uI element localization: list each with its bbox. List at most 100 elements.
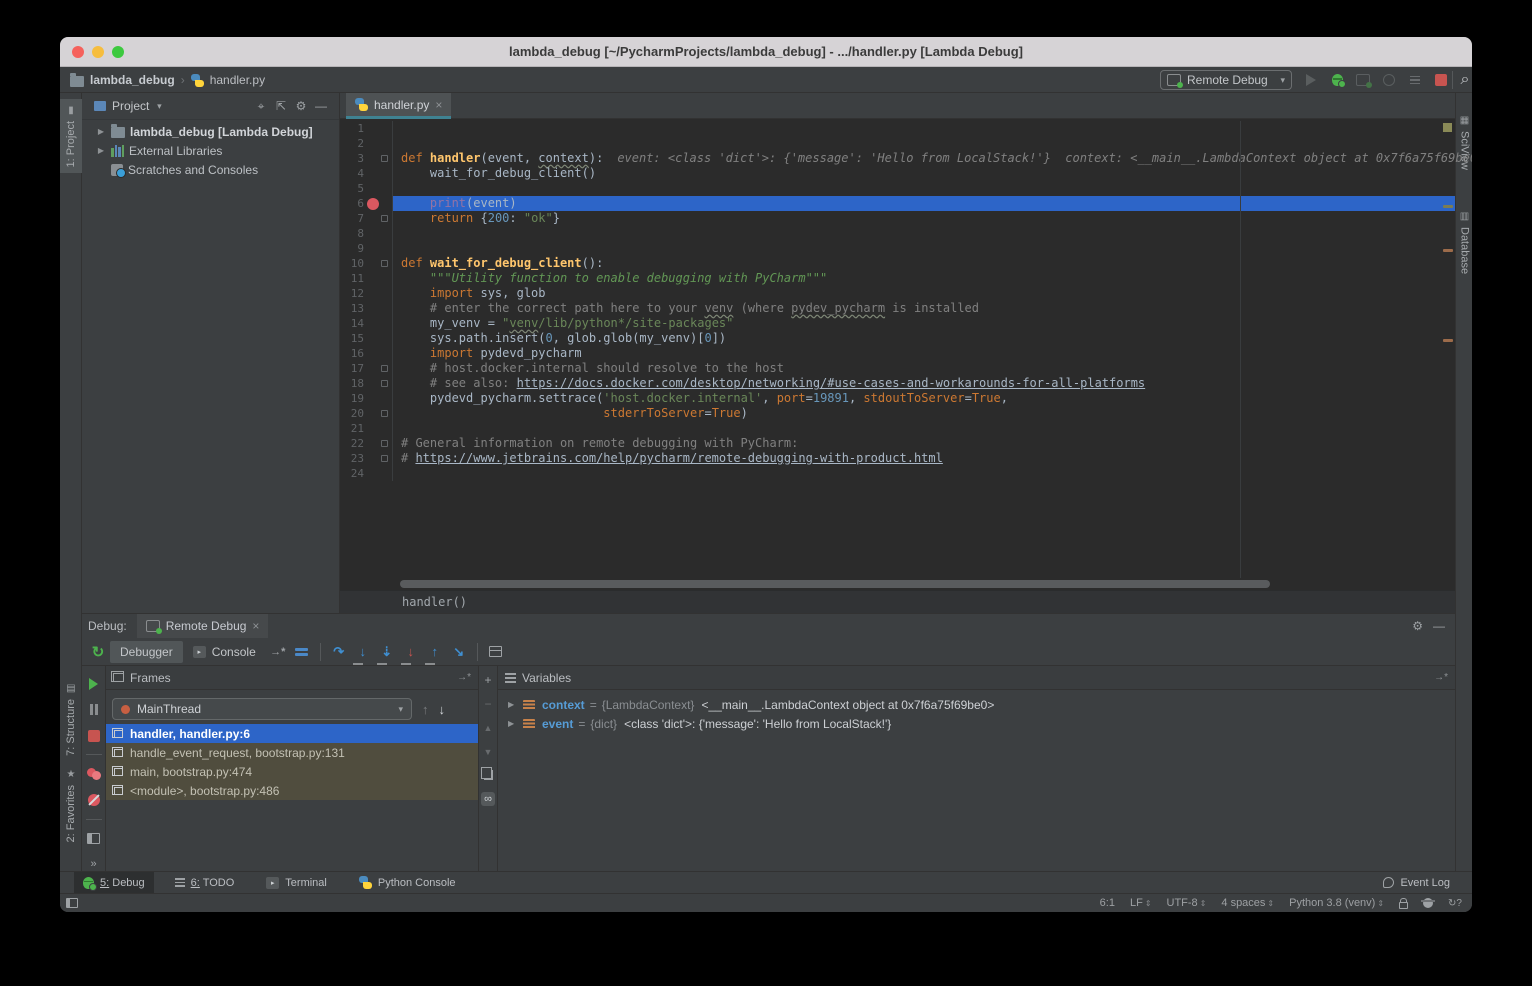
project-tree-item[interactable]: Scratches and Consoles (82, 160, 339, 179)
editor-gutter[interactable]: 20 (340, 406, 393, 421)
fold-marker-icon[interactable] (381, 155, 388, 162)
view-breakpoints-icon[interactable] (86, 766, 102, 781)
code-line[interactable]: 5 (340, 181, 1455, 196)
editor-tab-handler[interactable]: handler.py × (346, 93, 451, 119)
editor-gutter[interactable]: 17 (340, 361, 393, 376)
expand-chevron-icon[interactable]: ▶ (508, 719, 516, 728)
editor-gutter[interactable]: 18 (340, 376, 393, 391)
reload-icon[interactable]: ↻? (1448, 898, 1462, 909)
breadcrumb-file[interactable]: handler.py (210, 73, 265, 87)
code-line[interactable]: 19 pydevd_pycharm.settrace('host.docker.… (340, 391, 1455, 406)
code-line[interactable]: 15 sys.path.insert(0, glob.glob(my_venv)… (340, 331, 1455, 346)
code-line[interactable]: 17 # host.docker.internal should resolve… (340, 361, 1455, 376)
code-line[interactable]: 4 wait_for_debug_client() (340, 166, 1455, 181)
duplicate-watch-icon[interactable] (484, 770, 493, 780)
pause-program-icon[interactable] (86, 702, 102, 717)
close-icon[interactable]: × (435, 98, 442, 112)
code-line[interactable]: 16 import pydevd_pycharm (340, 346, 1455, 361)
fold-marker-icon[interactable] (381, 215, 388, 222)
stop-icon[interactable] (86, 728, 102, 743)
add-watch-icon[interactable]: + (484, 674, 491, 686)
fold-marker-icon[interactable] (381, 380, 388, 387)
encoding-widget[interactable]: UTF-8⇕ (1167, 897, 1207, 909)
frames-header-options-icon[interactable]: →* (457, 672, 471, 683)
inspection-indicator[interactable] (1443, 123, 1452, 132)
stack-frame-row[interactable]: handle_event_request, bootstrap.py:131 (106, 743, 478, 762)
tool-button-terminal[interactable]: ▸ Terminal (257, 872, 336, 894)
threads-view-icon[interactable] (290, 641, 314, 663)
gear-icon[interactable]: ⚙ (291, 97, 311, 115)
step-out-icon[interactable]: ↑ (423, 641, 447, 663)
project-tree-item[interactable]: ▶lambda_debug [Lambda Debug] (82, 122, 339, 141)
editor-gutter[interactable]: 8 (340, 226, 393, 241)
variable-row[interactable]: ▶event = {dict}<class 'dict'>: {'message… (498, 714, 1455, 733)
breakpoint-icon[interactable] (367, 198, 379, 210)
tool-window-toggle-icon[interactable] (66, 898, 78, 908)
more-actions-icon[interactable]: » (86, 857, 102, 872)
tool-button-favorites[interactable]: ★ 2: Favorites (60, 769, 82, 842)
force-step-into-icon[interactable]: ↓ (399, 641, 423, 663)
stop-button[interactable] (1430, 69, 1452, 91)
code-line[interactable]: 14 my_venv = "venv/lib/python*/site-pack… (340, 316, 1455, 331)
editor-gutter[interactable]: 7 (340, 211, 393, 226)
chevron-down-icon[interactable]: ▾ (149, 97, 169, 115)
hide-panel-icon[interactable]: — (311, 97, 331, 115)
profiler-button[interactable] (1378, 69, 1400, 91)
move-watch-down-icon[interactable]: ▼ (484, 746, 493, 758)
tab-console[interactable]: ▸ Console (183, 641, 266, 663)
code-line[interactable]: 20 stderrToServer=True) (340, 406, 1455, 421)
code-line[interactable]: 23# https://www.jetbrains.com/help/pycha… (340, 451, 1455, 466)
editor-gutter[interactable]: 12 (340, 286, 393, 301)
editor-gutter[interactable]: 15 (340, 331, 393, 346)
tool-button-python-console[interactable]: Python Console (350, 872, 465, 894)
remove-watch-icon[interactable]: − (484, 698, 491, 710)
stack-frame-row[interactable]: <module>, bootstrap.py:486 (106, 781, 478, 800)
editor-gutter[interactable]: 16 (340, 346, 393, 361)
editor-gutter[interactable]: 3 (340, 151, 393, 166)
rerun-icon[interactable]: ↻ (86, 641, 110, 663)
step-into-icon[interactable]: ↓ (351, 641, 375, 663)
tree-chevron-icon[interactable]: ▶ (96, 146, 106, 155)
code-line[interactable]: 9 (340, 241, 1455, 256)
evaluate-expression-icon[interactable] (484, 641, 508, 663)
fold-marker-icon[interactable] (381, 260, 388, 267)
editor-breadcrumb-function[interactable]: handler() (402, 595, 467, 609)
event-log-button[interactable]: Event Log (1383, 877, 1472, 889)
show-watches-toggle-icon[interactable]: ∞ (481, 792, 495, 806)
editor-gutter[interactable]: 22 (340, 436, 393, 451)
editor-gutter[interactable]: 19 (340, 391, 393, 406)
code-line[interactable]: 8 (340, 226, 1455, 241)
resume-program-icon[interactable] (86, 676, 102, 691)
hide-panel-icon[interactable]: — (1433, 619, 1445, 633)
restore-layout-icon[interactable] (86, 831, 102, 846)
code-line[interactable]: 24 (340, 466, 1455, 481)
code-line[interactable]: 21 (340, 421, 1455, 436)
code-line[interactable]: 3def handler(event, context):event: <cla… (340, 151, 1455, 166)
debug-button[interactable] (1326, 69, 1348, 91)
code-line[interactable]: 7 return {200: "ok"} (340, 211, 1455, 226)
editor-gutter[interactable]: 4 (340, 166, 393, 181)
stripe-mark[interactable] (1443, 339, 1453, 342)
editor-gutter[interactable]: 6 (340, 196, 393, 211)
editor-gutter[interactable]: 9 (340, 241, 393, 256)
fold-marker-icon[interactable] (381, 365, 388, 372)
variables-header-options-icon[interactable]: →* (1434, 672, 1448, 683)
code-line[interactable]: 10def wait_for_debug_client(): (340, 256, 1455, 271)
code-line[interactable]: 18 # see also: https://docs.docker.com/d… (340, 376, 1455, 391)
editor-gutter[interactable]: 23 (340, 451, 393, 466)
tab-debugger[interactable]: Debugger (110, 641, 183, 663)
show-execution-point-icon[interactable]: →* (266, 641, 290, 663)
run-configuration-select[interactable]: Remote Debug ▾ (1160, 70, 1292, 90)
code-line[interactable]: 22# General information on remote debugg… (340, 436, 1455, 451)
code-line[interactable]: 1 (340, 121, 1455, 136)
stripe-mark[interactable] (1443, 205, 1453, 208)
tool-button-database[interactable]: ▥ Database (1456, 211, 1472, 274)
tool-button-project[interactable]: ▮ 1: Project (60, 99, 82, 173)
project-panel-title[interactable]: Project (112, 99, 149, 113)
editor-gutter[interactable]: 1 (340, 121, 393, 136)
editor-gutter[interactable]: 14 (340, 316, 393, 331)
code-line[interactable]: 13 # enter the correct path here to your… (340, 301, 1455, 316)
debug-session-tab[interactable]: Remote Debug × (137, 614, 269, 638)
stack-frame-row[interactable]: main, bootstrap.py:474 (106, 762, 478, 781)
stack-frame-row[interactable]: handler, handler.py:6 (106, 724, 478, 743)
